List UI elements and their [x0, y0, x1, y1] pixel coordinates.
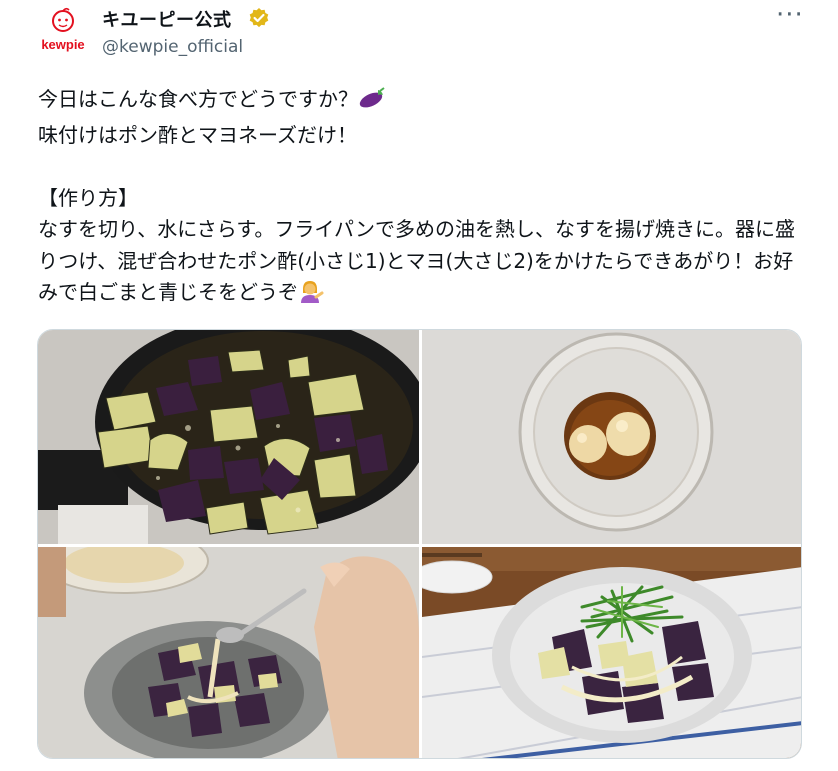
finished-dish-photo[interactable]: [422, 547, 801, 758]
eggplant-emoji-icon: [358, 86, 386, 120]
frying-eggplant-photo[interactable]: [38, 330, 419, 544]
post-line-2: 味付けはポン酢とマヨネーズだけ！: [38, 122, 357, 147]
verified-badge-icon: [249, 8, 269, 28]
finished-dish-image: [422, 547, 801, 758]
person-tipping-hand-emoji-icon: [298, 279, 324, 313]
pouring-sauce-image: [38, 547, 419, 758]
pouring-sauce-photo[interactable]: [38, 547, 419, 758]
recipe-instructions: なすを切り、水にさらす。フライパンで多めの油を熱し、なすを揚げ焼きに。器に盛りつ…: [38, 217, 795, 304]
post-text: 今日はこんな食べ方でどうですか？ 味付けはポン酢とマヨネーズだけ！ 【作り方】 …: [38, 84, 798, 313]
more-options-button[interactable]: ···: [776, 0, 804, 30]
display-name[interactable]: キユーピー公式: [102, 6, 232, 32]
recipe-heading: 【作り方】: [38, 185, 138, 210]
glass-bowl-image: [422, 330, 801, 544]
logo-text: kewpie: [41, 37, 84, 52]
account-avatar[interactable]: kewpie: [36, 5, 90, 59]
frying-pan-image: [38, 330, 419, 544]
account-handle[interactable]: @kewpie_official: [102, 37, 243, 57]
kewpie-logo-icon: kewpie: [41, 7, 85, 52]
ponzu-mayo-bowl-photo[interactable]: [422, 330, 801, 544]
post-card: kewpie キユーピー公式 @kewpie_official ··· 今日はこ…: [0, 0, 838, 771]
media-grid[interactable]: [37, 329, 802, 759]
post-line-1: 今日はこんな食べ方でどうですか？: [38, 87, 358, 111]
